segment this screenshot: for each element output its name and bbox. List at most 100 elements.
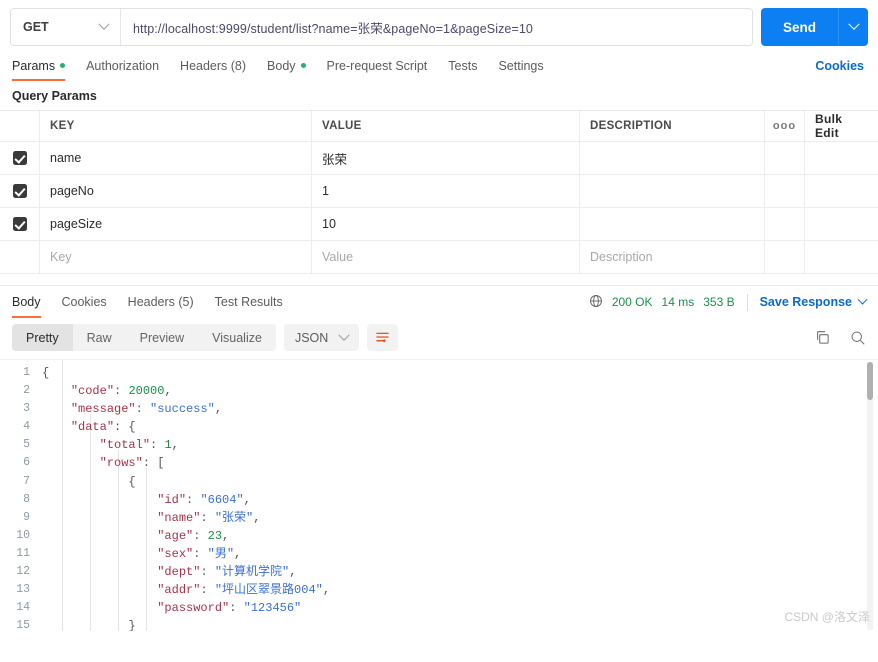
response-time: 14 ms [661, 295, 695, 309]
request-tab-params[interactable]: Params [12, 50, 66, 81]
param-description-cell[interactable] [580, 142, 765, 174]
param-key-cell[interactable]: name [40, 142, 312, 174]
view-mode-group: Pretty Raw Preview Visualize [12, 324, 276, 351]
tab-label: Pre-request Script [326, 58, 428, 73]
url-input[interactable]: http://localhost:9999/student/list?name=… [121, 9, 752, 45]
token-p: : [193, 528, 208, 543]
checkbox-checked-icon[interactable] [12, 184, 27, 198]
row-checkbox-cell[interactable] [0, 175, 40, 207]
line-number: 11 [16, 546, 30, 560]
row-options-cell[interactable] [765, 208, 805, 240]
response-tab-headers-5[interactable]: Headers (5) [128, 287, 194, 318]
param-value-cell-text: 10 [322, 217, 336, 231]
line-content: "data": { [42, 418, 878, 436]
send-button[interactable]: Send [760, 8, 838, 46]
token-p: : [150, 438, 165, 453]
row-checkbox-cell[interactable] [0, 241, 40, 273]
token-p: , [243, 492, 251, 507]
request-tab-authorization[interactable]: Authorization [86, 50, 159, 81]
code-line: 9 "name": "张荣", [0, 509, 878, 527]
token-k: "rows" [99, 456, 143, 471]
response-body[interactable]: 1{2 "code": 20000, 3 "message": "success"… [0, 359, 878, 631]
view-mode-pretty[interactable]: Pretty [12, 324, 73, 351]
checkbox-checked-icon[interactable] [12, 217, 27, 231]
line-number: 8 [23, 492, 30, 506]
row-spacer-cell [805, 175, 878, 207]
scrollbar-track[interactable] [867, 362, 873, 630]
params-options-button[interactable]: ooo [765, 111, 805, 141]
modified-dot-icon [60, 63, 66, 68]
row-options-cell[interactable] [765, 241, 805, 273]
line-number: 3 [23, 402, 30, 416]
response-tab-cookies[interactable]: Cookies [62, 287, 107, 318]
request-tab-tests[interactable]: Tests [448, 50, 477, 81]
token-k: "dept" [157, 565, 201, 580]
request-tab-body[interactable]: Body [267, 50, 306, 81]
line-number: 5 [23, 438, 30, 452]
request-tab-pre-request-script[interactable]: Pre-request Script [327, 50, 428, 81]
line-number: 10 [16, 528, 30, 542]
search-button[interactable] [850, 330, 866, 346]
new-param-description-input[interactable]: Description [580, 241, 765, 273]
line-content: "code": 20000, [42, 382, 878, 400]
token-s: "坪山区翠景路004" [214, 583, 323, 598]
line-number: 14 [16, 601, 30, 615]
token-k: "code" [70, 384, 115, 399]
checkbox-checked-icon[interactable] [12, 151, 27, 165]
bulk-edit-button[interactable]: Bulk Edit [805, 111, 878, 141]
token-p: : [135, 402, 151, 417]
param-description-cell[interactable] [580, 175, 765, 207]
row-options-cell[interactable] [765, 175, 805, 207]
token-p: : [114, 384, 129, 399]
row-checkbox-cell[interactable] [0, 142, 40, 174]
query-params-table: KEY VALUE DESCRIPTION ooo Bulk Edit name… [0, 110, 878, 274]
view-mode-preview[interactable]: Preview [126, 324, 198, 351]
http-method-select[interactable]: GET [11, 9, 121, 45]
param-value-cell[interactable]: 张荣 [312, 142, 580, 174]
wrap-lines-button[interactable] [367, 324, 399, 351]
request-tab-headers-8[interactable]: Headers (8) [180, 50, 246, 81]
code-line: 3 "message": "success", [0, 400, 878, 418]
response-tab-test-results[interactable]: Test Results [215, 287, 283, 318]
save-response-label: Save Response [759, 295, 852, 309]
divider [746, 293, 748, 311]
response-tab-body[interactable]: Body [12, 287, 41, 318]
line-content: "dept": "计算机学院", [42, 563, 878, 581]
save-response-button[interactable]: Save Response [759, 294, 868, 309]
code-line: 2 "code": 20000, [0, 382, 878, 400]
view-mode-raw[interactable]: Raw [73, 324, 126, 351]
watermark: CSDN @洛文泽 [784, 610, 870, 624]
token-s: "123456" [243, 601, 302, 616]
response-tabs: Body Cookies Headers (5) Test Results [12, 286, 304, 318]
param-value-cell-text: 张荣 [322, 152, 348, 167]
new-param-value-input[interactable]: Value [312, 241, 580, 273]
view-mode-visualize[interactable]: Visualize [198, 324, 276, 351]
token-k: "addr" [157, 583, 201, 598]
token-s: "success" [150, 402, 215, 417]
json-code: 1{2 "code": 20000, 3 "message": "success"… [0, 360, 878, 631]
param-description-cell[interactable] [580, 208, 765, 240]
token-k: "total" [99, 438, 151, 453]
param-value-cell[interactable]: 1 [312, 175, 580, 207]
token-p: , [222, 528, 230, 543]
param-key-cell[interactable]: pageNo [40, 175, 312, 207]
param-value-cell[interactable]: 10 [312, 208, 580, 240]
line-content: } [42, 617, 878, 631]
response-format-select[interactable]: JSON [283, 324, 360, 351]
param-key-cell[interactable]: pageSize [40, 208, 312, 240]
row-checkbox-cell[interactable] [0, 208, 40, 240]
scrollbar-thumb[interactable] [867, 362, 873, 400]
token-k: "name" [157, 510, 201, 525]
row-options-cell[interactable] [765, 142, 805, 174]
copy-button[interactable] [815, 330, 830, 345]
cookies-link[interactable]: Cookies [815, 59, 864, 73]
send-options-button[interactable] [838, 8, 868, 46]
http-method-label: GET [23, 20, 49, 34]
request-tab-settings[interactable]: Settings [498, 50, 543, 81]
token-n: 1 [164, 438, 172, 453]
new-param-key-input[interactable]: Key [40, 241, 312, 273]
token-s: "男" [207, 546, 235, 561]
code-line: 15 } [0, 617, 878, 631]
token-k: "password" [157, 601, 230, 616]
wrap-text-icon [376, 332, 389, 343]
